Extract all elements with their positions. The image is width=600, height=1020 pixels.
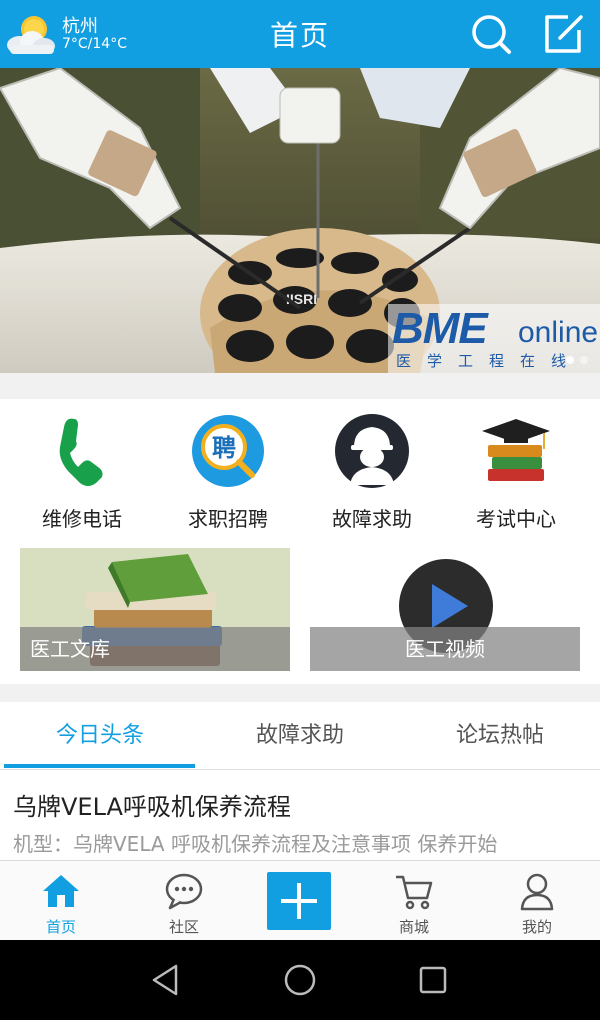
nav-community[interactable]: 社区	[134, 861, 234, 941]
article-summary: 机型：乌牌VELA 呼吸机保养流程及注意事项 保养开始	[13, 832, 498, 856]
tab-today-headlines[interactable]: 今日头条	[0, 702, 200, 770]
shortcut-label: 维修电话	[42, 507, 122, 531]
carousel-indicator	[0, 356, 600, 364]
shortcut-fault-help[interactable]: 故障求助	[302, 413, 442, 533]
news-tabs: 今日头条 故障求助 论坛热帖	[0, 702, 600, 770]
back-icon[interactable]	[142, 956, 190, 1004]
bottom-navigation: 首页 社区 商城 我的	[0, 860, 600, 940]
search-icon	[472, 15, 511, 54]
carousel-dot[interactable]	[580, 356, 588, 364]
active-tab-indicator	[4, 764, 195, 768]
nav-label: 商城	[398, 918, 429, 936]
user-icon	[520, 873, 554, 911]
nav-label: 我的	[521, 918, 552, 936]
phone-icon	[59, 418, 103, 486]
tile-medical-video[interactable]: 医工视频	[310, 548, 580, 671]
banner-carousel[interactable]: IISRI BME online 医学工程在线	[0, 68, 600, 373]
books-graduation-cap-icon	[482, 419, 550, 481]
shortcut-grid: 维修电话 聘 求职招聘 故障求助 考试中心	[0, 399, 600, 539]
banner-brand-suffix: online	[518, 316, 599, 349]
nav-label: 社区	[168, 918, 199, 936]
section-divider	[0, 684, 600, 702]
nav-shop[interactable]: 商城	[364, 861, 464, 941]
nav-home[interactable]: 首页	[11, 861, 111, 941]
shortcut-repair-phone[interactable]: 维修电话	[12, 413, 152, 533]
app-header: 杭州 7°C/14°C 首页	[0, 0, 600, 68]
search-button[interactable]	[466, 10, 516, 58]
tab-fault-help[interactable]: 故障求助	[200, 702, 400, 770]
worker-icon	[335, 414, 409, 488]
add-button[interactable]	[267, 872, 331, 930]
article-title: 乌牌VELA呼吸机保养流程	[13, 793, 291, 821]
system-navigation-bar	[0, 940, 600, 1020]
svg-text:聘: 聘	[212, 434, 236, 462]
section-divider	[0, 373, 600, 399]
chat-bubble-icon	[165, 873, 203, 910]
shopping-cart-icon	[396, 875, 433, 910]
compose-button[interactable]	[538, 8, 588, 58]
home-icon	[43, 875, 79, 907]
shortcut-label: 故障求助	[332, 507, 412, 531]
shortcut-label: 考试中心	[476, 507, 556, 531]
tile-medical-library[interactable]: 医工文库	[20, 548, 290, 671]
recruit-icon: 聘	[192, 415, 264, 487]
plus-icon	[281, 883, 317, 919]
shortcut-recruitment[interactable]: 聘 求职招聘	[158, 413, 298, 533]
tile-label: 医工文库	[20, 627, 290, 671]
list-item[interactable]: 乌牌VELA呼吸机保养流程 机型：乌牌VELA 呼吸机保养流程及注意事项 保养开…	[0, 771, 600, 861]
edit-icon	[545, 15, 583, 53]
shortcut-label: 求职招聘	[188, 507, 268, 531]
home-circle-icon[interactable]	[276, 956, 324, 1004]
shortcut-exam-center[interactable]: 考试中心	[446, 413, 586, 533]
recent-apps-icon[interactable]	[409, 956, 457, 1004]
carousel-dot[interactable]	[566, 356, 574, 364]
tab-forum-hot[interactable]: 论坛热帖	[400, 702, 600, 770]
nav-profile[interactable]: 我的	[487, 861, 587, 941]
nav-label: 首页	[45, 918, 76, 936]
tile-label: 医工视频	[310, 627, 580, 671]
banner-brand: BME	[392, 304, 488, 353]
banner-tray-logo: IISRI	[286, 291, 317, 307]
